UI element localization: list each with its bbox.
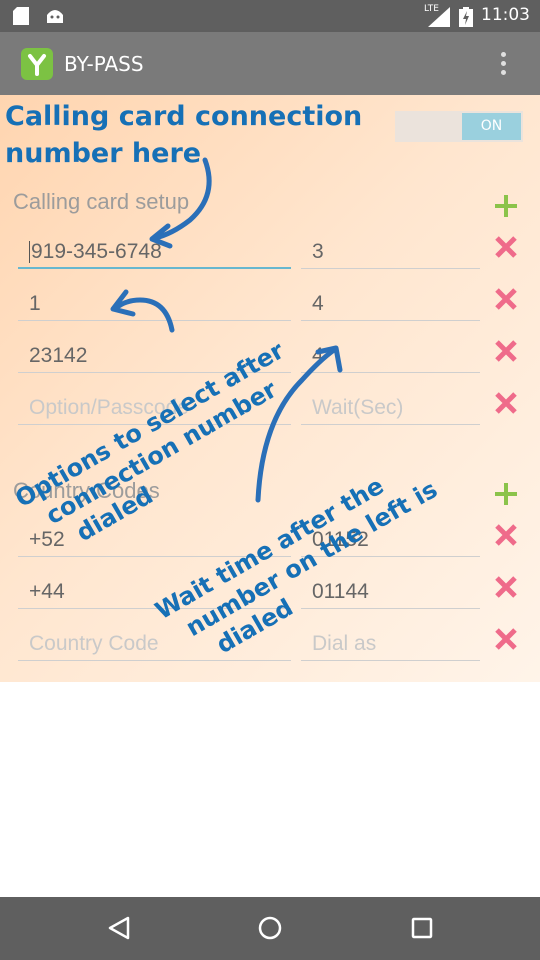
recents-icon[interactable]	[410, 916, 434, 940]
options-arrow	[113, 297, 175, 333]
back-icon[interactable]	[106, 915, 132, 941]
connection-arrow	[152, 157, 212, 241]
navigation-bar	[0, 897, 540, 960]
home-icon[interactable]	[257, 915, 283, 941]
